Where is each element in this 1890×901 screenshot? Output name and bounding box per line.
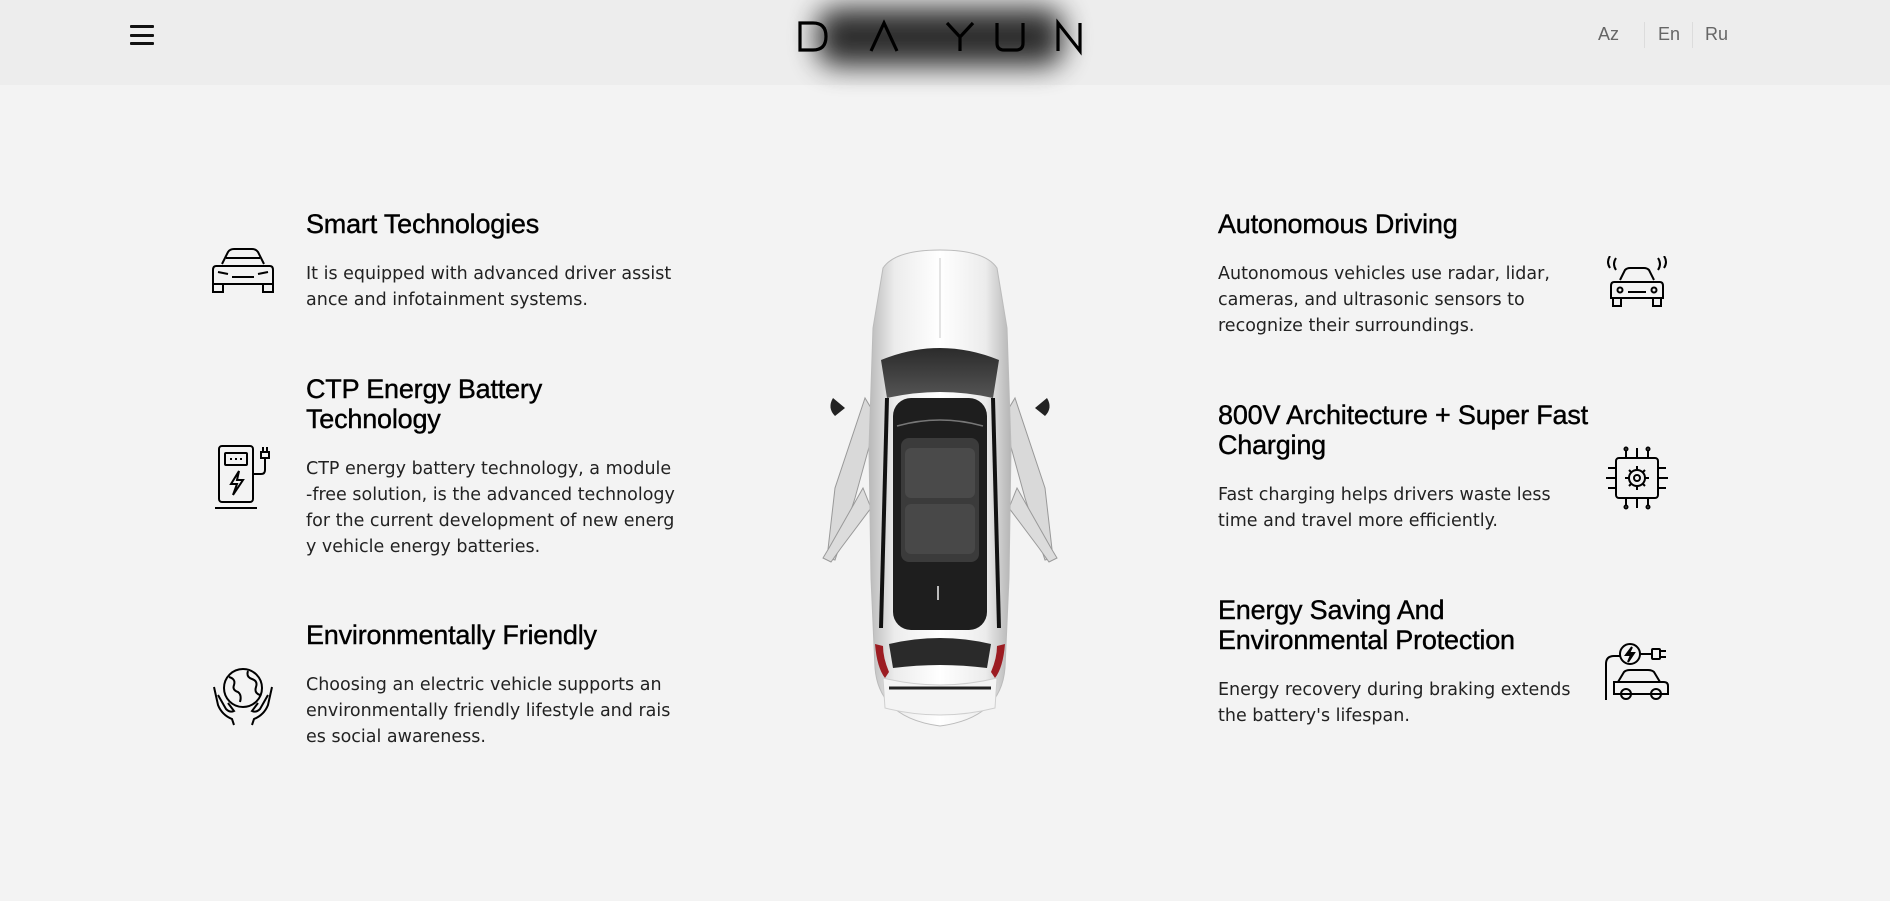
feature-title: CTP Energy Battery Technology — [306, 374, 543, 434]
feature-title: Autonomous Driving — [1218, 209, 1458, 239]
feature-800v-architecture: 800V Architecture + Super Fast Charging … — [1218, 400, 1589, 534]
feature-description: Fast charging helps drivers waste less t… — [1218, 485, 1551, 531]
feature-title: 800V Architecture + Super Fast Charging — [1218, 400, 1589, 460]
car-front-icon — [210, 246, 276, 296]
feature-smart-technologies: Smart Technologies It is equipped with a… — [306, 209, 676, 313]
lang-en-link[interactable]: En — [1658, 24, 1680, 45]
feature-ctp-battery: CTP Energy Battery Technology CTP energy… — [306, 374, 676, 560]
lang-divider — [1644, 22, 1645, 48]
globe-in-hands-icon — [212, 665, 274, 727]
site-header: Az En Ru — [0, 0, 1890, 85]
chip-gear-icon — [1604, 446, 1670, 510]
feature-description: Choosing an electric vehicle supports an… — [306, 675, 671, 747]
electric-car-plug-icon — [1604, 642, 1670, 704]
hamburger-menu-icon[interactable] — [128, 22, 156, 48]
lang-divider — [1692, 22, 1693, 48]
feature-environmentally-friendly: Environmentally Friendly Choosing an ele… — [306, 620, 676, 750]
feature-description: CTP energy battery technology, a module-… — [306, 459, 675, 557]
feature-description: Energy recovery during braking extends t… — [1218, 680, 1571, 726]
brand-logo[interactable] — [795, 8, 1085, 68]
feature-energy-saving: Energy Saving And Environmental Protecti… — [1218, 595, 1588, 729]
feature-autonomous-driving: Autonomous Driving Autonomous vehicles u… — [1218, 209, 1588, 339]
feature-description: Autonomous vehicles use radar, lidar, ca… — [1218, 264, 1550, 336]
charging-station-icon — [215, 444, 273, 510]
lang-ru-link[interactable]: Ru — [1705, 24, 1728, 45]
autonomous-car-icon — [1604, 256, 1670, 312]
feature-description: It is equipped with advanced driver assi… — [306, 264, 672, 310]
lang-az-link[interactable]: Az — [1598, 24, 1619, 45]
feature-title: Environmentally Friendly — [306, 620, 597, 650]
feature-title: Energy Saving And Environmental Protecti… — [1218, 595, 1515, 655]
car-top-view-image — [822, 249, 1058, 727]
feature-title: Smart Technologies — [306, 209, 540, 239]
dayun-wordmark — [798, 18, 1082, 56]
